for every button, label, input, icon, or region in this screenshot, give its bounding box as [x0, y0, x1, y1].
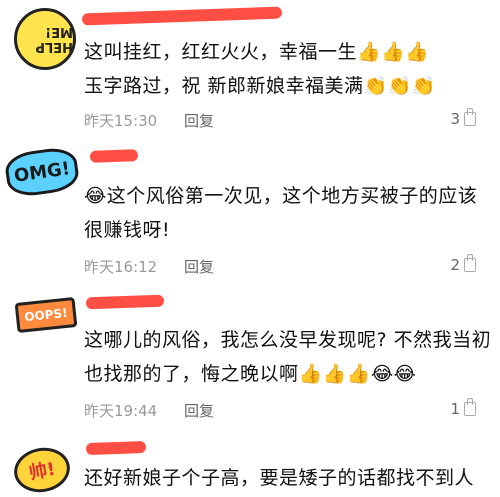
avatar[interactable]: 帅!: [10, 443, 74, 497]
avatar[interactable]: HELP ME!: [14, 8, 76, 70]
comment-text-line: 😂这个风俗第一次见，这个地方买被子的应该: [84, 185, 478, 207]
timestamp: 昨天19:44: [84, 402, 158, 420]
timestamp: 昨天15:30: [84, 112, 158, 130]
thumbs-up-icon: [464, 254, 476, 272]
thumbs-up-icon: [464, 398, 476, 416]
comment-1: HELP ME! 这叫挂红，红红火火，幸福一生👍👍👍 玉字路过，祝 新郎新娘幸福…: [0, 0, 500, 135]
comment-3: OOPS! 这哪儿的风俗，我怎么没早发现呢? 不然我当初 也找那的了，悔之晚以啊…: [0, 290, 500, 430]
comment-4: 帅! 还好新娘子个子高，要是矮子的话都找不到人: [0, 438, 500, 497]
username-redacted: [81, 6, 283, 26]
comment-2: OMG! 😂这个风俗第一次见，这个地方买被子的应该 很赚钱呀! 昨天16:12 …: [0, 140, 500, 280]
like-count: 2: [450, 256, 460, 274]
avatar-label: HELP ME!: [35, 24, 73, 54]
reply-button[interactable]: 回复: [184, 400, 214, 421]
avatar[interactable]: OOPS!: [14, 296, 78, 334]
comment-text-line: 这叫挂红，红红火火，幸福一生👍👍👍: [84, 41, 430, 63]
like-button[interactable]: 2: [450, 254, 476, 274]
username-redacted: [85, 294, 165, 310]
comment-text-line: 这哪儿的风俗，我怎么没早发现呢? 不然我当初: [84, 329, 492, 351]
comment-text-line: 玉字路过，祝 新郎新娘幸福美满👏👏👏: [84, 75, 437, 97]
like-button[interactable]: 3: [450, 108, 476, 128]
username-redacted: [85, 440, 147, 456]
like-button[interactable]: 1: [450, 398, 476, 418]
avatar-label: OOPS!: [23, 305, 69, 325]
like-count: 3: [450, 110, 460, 128]
reply-button[interactable]: 回复: [184, 110, 214, 131]
like-count: 1: [450, 400, 460, 418]
avatar-label: OMG!: [12, 157, 72, 187]
thumbs-up-icon: [464, 108, 476, 126]
avatar-label: 帅!: [27, 458, 57, 485]
username-redacted: [89, 149, 139, 163]
comment-text-line: 也找那的了，悔之晚以啊👍👍👍😂😂: [84, 363, 417, 385]
avatar[interactable]: OMG!: [3, 145, 81, 199]
comment-text-line: 很赚钱呀!: [84, 219, 171, 241]
timestamp: 昨天16:12: [84, 258, 158, 276]
reply-button[interactable]: 回复: [184, 256, 214, 277]
comment-text-line: 还好新娘子个子高，要是矮子的话都找不到人: [84, 467, 475, 489]
